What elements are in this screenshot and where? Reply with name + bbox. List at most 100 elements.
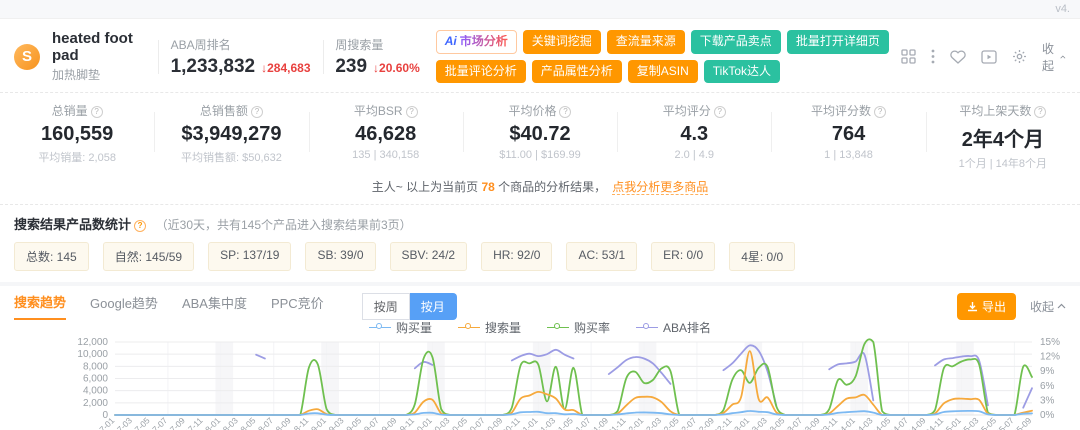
trend-panel-header: 搜索趋势 Google趋势 ABA集中度 PPC竞价 按周 按月 导出 收起 xyxy=(0,286,1080,320)
chevron-up-icon xyxy=(1060,55,1066,59)
product-title: heated foot pad xyxy=(52,30,133,64)
kebab-menu-icon[interactable] xyxy=(931,49,935,64)
search-stats-chips: 总数: 145 自然: 145/59 SP: 137/19 SB: 39/0 SBV: … xyxy=(14,242,1066,271)
action-button[interactable]: 复制ASIN xyxy=(627,59,698,83)
weekly-search-value: 239 xyxy=(335,55,368,77)
legend-marker-icon xyxy=(547,323,569,332)
legend-item[interactable]: 购买率 xyxy=(547,319,610,336)
svg-text:12,000: 12,000 xyxy=(77,337,108,348)
action-button[interactable]: TikTok达人 xyxy=(703,59,781,83)
legend-marker-icon xyxy=(457,323,480,332)
version-bar: v4. xyxy=(0,0,1080,19)
export-button[interactable]: 导出 xyxy=(956,292,1016,320)
trend-tab[interactable]: Google趋势 xyxy=(90,293,158,319)
svg-text:10,000: 10,000 xyxy=(77,349,108,360)
weekly-search-change: ↓20.60% xyxy=(373,60,420,75)
weekly-search-label: 周搜索量 xyxy=(335,37,384,52)
chevron-up-icon xyxy=(1057,303,1066,309)
period-toggle-button[interactable]: 按周 xyxy=(361,292,410,320)
stat-range: 2.0 | 4.9 xyxy=(674,149,715,161)
stat-chip: AC: 53/1 xyxy=(566,242,638,271)
action-button[interactable]: 批量打开详细页 xyxy=(786,30,889,54)
svg-text:3%: 3% xyxy=(1040,395,1055,406)
svg-text:15%: 15% xyxy=(1040,337,1060,348)
stat-value: 4.3 xyxy=(680,123,709,145)
weekly-search-stat: 周搜索量 239 ↓20.60% xyxy=(335,36,419,78)
aba-rank-value: 1,233,832 xyxy=(170,55,256,77)
svg-text:0%: 0% xyxy=(1040,410,1055,421)
help-icon[interactable] xyxy=(1034,106,1047,118)
product-count: 78 xyxy=(481,180,495,194)
stat-column: 总销售额 $3,949,279 平均销售额: $50,632 xyxy=(154,102,308,171)
stat-range: 135 | 340,158 xyxy=(352,149,420,161)
analysis-note: 主人~ 以上为当前页 78 个商品的分析结果， 点我分析更多商品 xyxy=(0,173,1080,205)
stat-chip: SBV: 24/2 xyxy=(389,242,468,271)
settings-gear-icon[interactable] xyxy=(1012,49,1027,64)
stat-chip: ER: 0/0 xyxy=(651,242,716,271)
trend-tab[interactable]: ABA集中度 xyxy=(182,293,247,319)
divider xyxy=(322,39,324,74)
action-button[interactable]: 产品属性分析 xyxy=(531,59,622,83)
version-label: v4. xyxy=(1055,3,1070,15)
stat-range: 1 | 13,848 xyxy=(824,149,873,161)
divider xyxy=(157,39,159,74)
summary-stats-row: 总销量 160,559 平均销量: 2,058 总销售额 $3,949,279 … xyxy=(0,92,1080,173)
stat-value: 160,559 xyxy=(40,123,114,145)
stat-value: 764 xyxy=(831,123,866,145)
legend-item[interactable]: 搜索量 xyxy=(457,319,521,336)
ai-icon: Ai xyxy=(444,34,457,49)
svg-text:2,000: 2,000 xyxy=(83,398,108,409)
video-tutorial-icon[interactable] xyxy=(981,49,997,64)
stat-column: 平均BSR 46,628 135 | 340,158 xyxy=(308,102,463,171)
help-icon[interactable] xyxy=(134,220,147,232)
header-collapse-button[interactable]: 收起 xyxy=(1042,40,1066,74)
action-buttons: Ai 市场分析 关键词挖掘 查流量来源 下载产品卖点 批量打开详细页 批量评论分… xyxy=(435,30,889,83)
help-icon[interactable] xyxy=(713,106,726,118)
stat-chip: 自然: 145/59 xyxy=(102,242,195,271)
legend-item[interactable]: ABA排名 xyxy=(636,319,711,336)
stat-chip: 4星: 0/0 xyxy=(729,242,796,271)
trend-chart-svg: 12,00010,0008,0006,0004,0002,000015%12%9… xyxy=(77,337,1060,430)
trend-collapse-button[interactable]: 收起 xyxy=(1030,298,1066,315)
help-icon[interactable] xyxy=(250,106,263,118)
help-icon[interactable] xyxy=(90,106,103,118)
analyze-more-link[interactable]: 点我分析更多商品 xyxy=(612,180,709,195)
stat-value: $3,949,279 xyxy=(181,123,282,145)
trend-tabs: 搜索趋势 Google趋势 ABA集中度 PPC竞价 xyxy=(14,292,348,320)
product-header: S heated foot pad 加热脚垫 ABA周排名 1,233,832 … xyxy=(0,19,1080,92)
action-button[interactable]: 关键词挖掘 xyxy=(522,30,601,54)
trend-chart[interactable]: 12,000 10,000 8,000 6,000 4,000 2,000 0 15% 12% 9… xyxy=(0,336,1080,430)
stat-range: 1个月 | 14年8个月 xyxy=(958,158,1048,170)
stat-chip: SB: 39/0 xyxy=(305,242,376,271)
help-icon[interactable] xyxy=(559,106,572,118)
aba-rank-stat: ABA周排名 1,233,832 ↓284,683 xyxy=(171,36,311,78)
help-icon[interactable] xyxy=(405,106,418,118)
chart-legend: 购买量 搜索量 购买率 ABA排名 xyxy=(0,318,1080,336)
period-toggle-button[interactable]: 按月 xyxy=(409,292,457,320)
search-result-stats: 搜索结果产品数统计 （近30天，共有145个产品进入搜索结果前3页） 总数: 1… xyxy=(0,205,1080,286)
help-icon[interactable] xyxy=(874,106,887,118)
action-button[interactable]: Ai 市场分析 xyxy=(435,30,517,54)
stat-chip: HR: 92/0 xyxy=(481,242,553,271)
stat-range: 平均销售额: $50,632 xyxy=(180,152,282,164)
stat-chip: SP: 137/19 xyxy=(208,242,292,271)
legend-marker-icon xyxy=(636,323,659,332)
favorite-heart-icon[interactable] xyxy=(950,50,966,64)
trend-tab[interactable]: PPC竞价 xyxy=(271,293,324,319)
legend-item[interactable]: 购买量 xyxy=(368,319,432,336)
svg-text:6%: 6% xyxy=(1040,381,1055,392)
action-button[interactable]: 查流量来源 xyxy=(606,30,685,54)
svg-text:4,000: 4,000 xyxy=(83,386,108,397)
action-button[interactable]: 下载产品卖点 xyxy=(690,30,781,54)
stat-value: $40.72 xyxy=(509,123,571,145)
svg-text:9%: 9% xyxy=(1040,366,1055,377)
stat-column: 总销量 160,559 平均销量: 2,058 xyxy=(0,102,154,171)
search-stats-title: 搜索结果产品数统计 xyxy=(14,217,132,232)
stat-chip: 总数: 145 xyxy=(14,242,89,271)
aba-rank-label: ABA周排名 xyxy=(170,37,231,52)
apps-grid-icon[interactable] xyxy=(901,49,916,64)
trend-tab[interactable]: 搜索趋势 xyxy=(14,292,67,320)
action-button[interactable]: 批量评论分析 xyxy=(435,59,526,83)
download-icon xyxy=(967,301,977,311)
product-subtitle: 加热脚垫 xyxy=(52,68,101,82)
